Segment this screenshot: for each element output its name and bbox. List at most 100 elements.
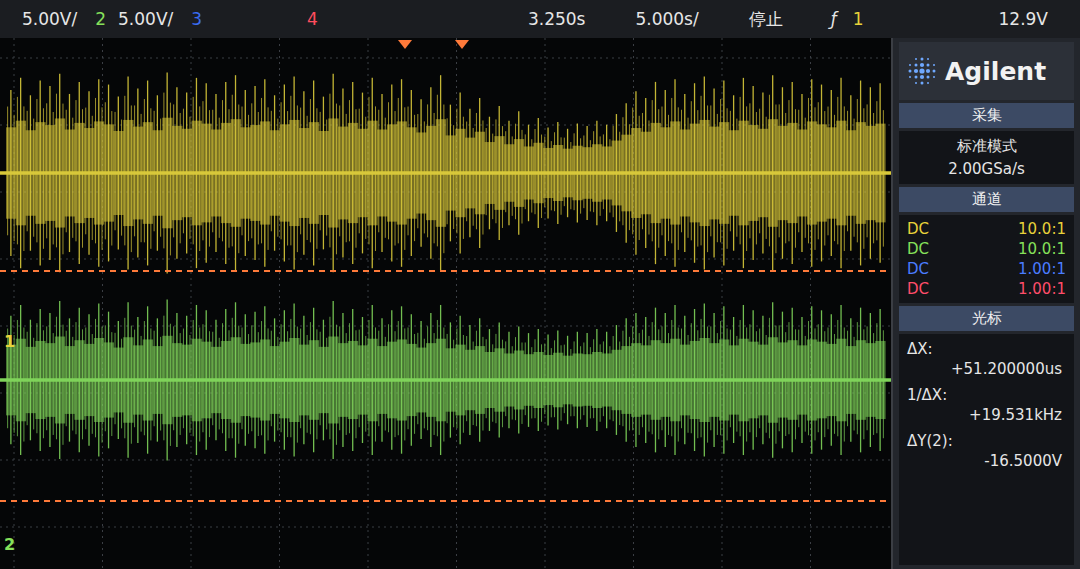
section-header[interactable]: 通道	[899, 187, 1074, 212]
section-header[interactable]: 光标	[899, 306, 1074, 331]
trace-spike	[652, 322, 653, 434]
trace-spike	[873, 333, 874, 435]
trace-spike	[248, 115, 249, 241]
trace-spike	[229, 330, 230, 438]
trace-spike	[154, 111, 155, 231]
grid-line	[279, 38, 280, 569]
channel-coupling: DC	[907, 260, 929, 278]
trace-spike	[808, 98, 809, 243]
channel-marker[interactable]: 1	[2, 332, 17, 351]
trace-spike	[427, 104, 428, 237]
spark-dot	[933, 70, 936, 73]
trace-spike	[701, 319, 702, 437]
trace-spike	[837, 97, 838, 244]
channel-marker[interactable]: 2	[2, 535, 17, 554]
probe-ratio: 10.0:1	[1018, 220, 1066, 238]
trace-spike	[297, 327, 298, 443]
trace-spike	[329, 317, 330, 440]
trace-spike	[815, 328, 816, 440]
ch2-scale[interactable]: 5.00V/	[118, 9, 173, 29]
spark-dot	[927, 82, 929, 84]
trace-spike	[141, 336, 142, 432]
trace-spike	[268, 328, 269, 440]
trigger-source[interactable]: 1	[853, 9, 864, 29]
channel-row[interactable]: DC1.00:1	[907, 279, 1066, 299]
cursor-line	[0, 270, 891, 272]
plot-background	[0, 38, 893, 569]
cursor-marker-icon[interactable]	[398, 40, 412, 49]
trace-spike	[141, 114, 142, 242]
trace-spike	[150, 108, 151, 249]
waveform-chart	[0, 38, 893, 569]
trace-spike	[600, 344, 601, 421]
trace-spike	[193, 320, 194, 436]
trace-spike	[805, 118, 806, 238]
trace-spike	[561, 345, 562, 420]
trace-spike	[72, 118, 73, 238]
trace-spike	[189, 117, 190, 239]
trace-spike	[242, 107, 243, 236]
trigger-level[interactable]: 12.9V	[999, 9, 1074, 29]
trace-spike	[46, 103, 47, 238]
section-header[interactable]: 采集	[899, 103, 1074, 128]
ch3-label[interactable]: 3	[191, 9, 202, 29]
trace-spike	[785, 332, 786, 436]
trace-spike	[43, 108, 44, 249]
trace-spike	[590, 140, 591, 211]
plot-border	[891, 38, 893, 569]
status-bar: 5.00V/25.00V/343.250s5.000s/停止ƒ112.9V	[0, 0, 1080, 38]
cursor-marker-icon[interactable]	[455, 40, 469, 49]
grid-line	[0, 259, 893, 260]
horizontal-delay[interactable]: 3.250s	[528, 9, 586, 29]
trace-spike	[329, 94, 330, 248]
trace-spike	[808, 321, 809, 435]
trace-spike	[883, 330, 884, 438]
run-state[interactable]: 停止	[749, 8, 783, 31]
ch4-label[interactable]: 4	[307, 9, 318, 29]
trace-spike	[580, 346, 581, 419]
trace-spike	[375, 327, 376, 441]
channel-row[interactable]: DC10.0:1	[907, 239, 1066, 259]
trace-spike	[290, 319, 291, 437]
trace-spike	[300, 108, 301, 235]
trace-spike	[124, 318, 125, 438]
trace-spike	[349, 323, 350, 433]
ch2-label[interactable]: 2	[95, 9, 106, 29]
trace-spike	[339, 105, 340, 236]
trace-spike	[395, 331, 396, 437]
channel-row[interactable]: DC1.00:1	[907, 259, 1066, 279]
trace-spike	[749, 103, 750, 238]
trace-spike	[759, 109, 760, 234]
trace-spike	[287, 111, 288, 245]
trace-spike	[863, 329, 864, 439]
trace-spike	[33, 119, 34, 237]
trace-spike	[648, 336, 649, 432]
trace-spike	[62, 325, 63, 445]
trace-spike	[671, 320, 672, 436]
spark-dot	[915, 82, 917, 84]
trace-spike	[443, 327, 444, 441]
trace-spike	[844, 106, 845, 251]
trace-spike	[717, 114, 718, 242]
grid-line	[0, 460, 893, 461]
spark-dot	[933, 64, 935, 66]
trace-spike	[437, 95, 438, 247]
cursor-label: ΔX:	[907, 338, 1066, 358]
spark-dot	[927, 76, 930, 79]
trace-spike	[85, 108, 86, 235]
spark-dot	[919, 68, 924, 73]
brand-name: Agilent	[945, 57, 1046, 86]
ch1-scale[interactable]: 5.00V/	[22, 9, 77, 29]
trace-spike	[629, 124, 630, 230]
trace-spike	[824, 111, 825, 245]
trace-spike	[434, 333, 435, 435]
channel-row[interactable]: DC10.0:1	[907, 219, 1066, 239]
trace-spike	[668, 333, 669, 435]
spark-dot	[927, 64, 930, 67]
timebase[interactable]: 5.000s/	[635, 9, 698, 29]
trace-spike	[502, 340, 503, 428]
spark-dot	[909, 76, 911, 78]
trace-spike	[368, 97, 369, 244]
trace-spike	[170, 103, 171, 256]
trace-spike	[512, 346, 513, 419]
